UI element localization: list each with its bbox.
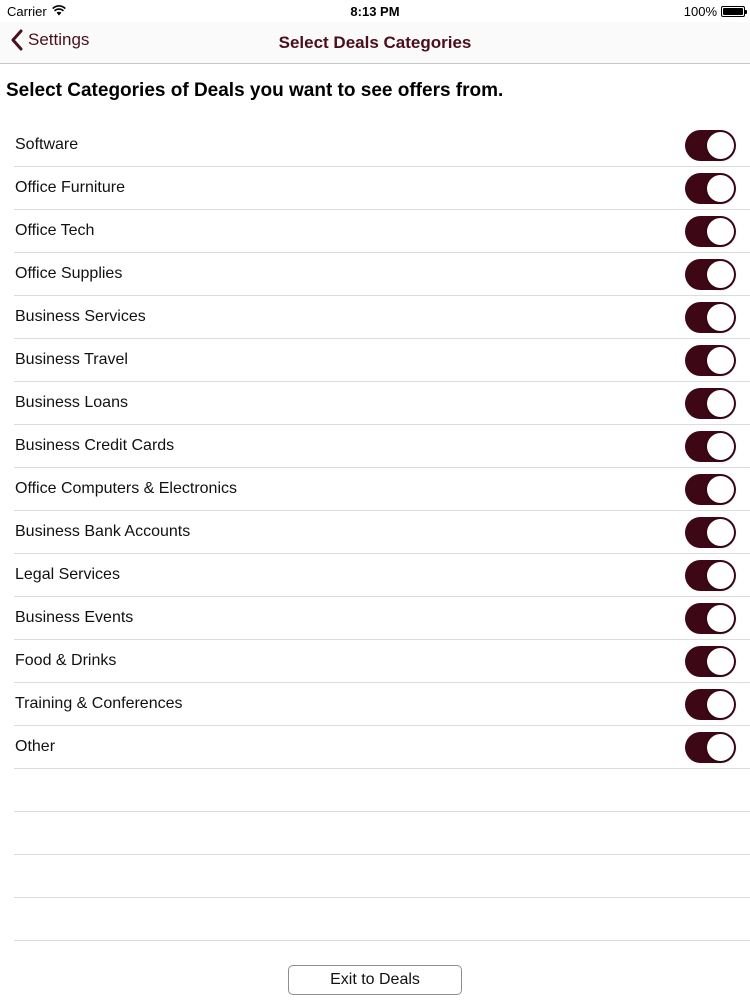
category-toggle-software[interactable] xyxy=(685,130,736,161)
category-toggle-office-tech[interactable] xyxy=(685,216,736,247)
category-list: Software Office Furniture Office Tech Of… xyxy=(14,124,750,941)
category-label: Business Bank Accounts xyxy=(15,523,191,540)
category-row-other: Other xyxy=(14,726,750,769)
empty-row xyxy=(14,769,750,812)
battery-icon xyxy=(721,6,747,17)
toggle-knob xyxy=(707,605,734,632)
toggle-knob xyxy=(707,261,734,288)
status-bar: Carrier 8:13 PM 100% xyxy=(0,0,750,22)
category-toggle-business-loans[interactable] xyxy=(685,388,736,419)
page-title: Select Deals Categories xyxy=(278,33,472,52)
category-row-business-travel: Business Travel xyxy=(14,339,750,382)
category-label: Office Supplies xyxy=(15,265,123,282)
toggle-knob xyxy=(707,347,734,374)
toggle-knob xyxy=(707,132,734,159)
category-label: Business Events xyxy=(15,609,134,626)
category-row-business-bank-accounts: Business Bank Accounts xyxy=(14,511,750,554)
category-label: Training & Conferences xyxy=(15,695,183,712)
category-row-office-computers-electronics: Office Computers & Electronics xyxy=(14,468,750,511)
category-toggle-office-computers-electronics[interactable] xyxy=(685,474,736,505)
category-row-legal-services: Legal Services xyxy=(14,554,750,597)
category-row-office-furniture: Office Furniture xyxy=(14,167,750,210)
category-row-business-services: Business Services xyxy=(14,296,750,339)
category-row-business-credit-cards: Business Credit Cards xyxy=(14,425,750,468)
exit-to-deals-button[interactable]: Exit to Deals xyxy=(288,965,462,995)
status-time: 8:13 PM xyxy=(350,4,400,19)
category-label: Office Furniture xyxy=(15,179,125,196)
toggle-knob xyxy=(707,476,734,503)
toggle-knob xyxy=(707,562,734,589)
category-row-training-conferences: Training & Conferences xyxy=(14,683,750,726)
category-label: Business Services xyxy=(15,308,146,325)
category-row-business-events: Business Events xyxy=(14,597,750,640)
category-label: Office Tech xyxy=(15,222,95,239)
category-label: Business Loans xyxy=(15,394,128,411)
category-toggle-business-bank-accounts[interactable] xyxy=(685,517,736,548)
section-heading: Select Categories of Deals you want to s… xyxy=(6,80,504,101)
category-row-software: Software xyxy=(14,124,750,167)
empty-row xyxy=(14,898,750,941)
toggle-knob xyxy=(707,519,734,546)
category-row-business-loans: Business Loans xyxy=(14,382,750,425)
status-right: 100% xyxy=(683,4,747,19)
category-label: Other xyxy=(15,738,56,755)
category-row-office-supplies: Office Supplies xyxy=(14,253,750,296)
category-toggle-office-furniture[interactable] xyxy=(685,173,736,204)
category-toggle-business-services[interactable] xyxy=(685,302,736,333)
navigation-bar: Settings Select Deals Categories xyxy=(0,22,750,64)
category-toggle-food-drinks[interactable] xyxy=(685,646,736,677)
category-label: Business Credit Cards xyxy=(15,437,175,454)
category-label: Office Computers & Electronics xyxy=(15,480,238,497)
category-toggle-business-events[interactable] xyxy=(685,603,736,634)
battery-percent: 100% xyxy=(683,4,717,19)
category-label: Business Travel xyxy=(15,351,128,368)
category-toggle-legal-services[interactable] xyxy=(685,560,736,591)
toggle-knob xyxy=(707,175,734,202)
category-label: Food & Drinks xyxy=(15,652,117,669)
category-row-food-drinks: Food & Drinks xyxy=(14,640,750,683)
category-label: Software xyxy=(15,136,79,153)
toggle-knob xyxy=(707,433,734,460)
toggle-knob xyxy=(707,648,734,675)
empty-row xyxy=(14,812,750,855)
category-toggle-business-credit-cards[interactable] xyxy=(685,431,736,462)
toggle-knob xyxy=(707,218,734,245)
toggle-knob xyxy=(707,304,734,331)
category-toggle-other[interactable] xyxy=(685,732,736,763)
toggle-knob xyxy=(707,390,734,417)
empty-row xyxy=(14,855,750,898)
category-toggle-training-conferences[interactable] xyxy=(685,689,736,720)
category-label: Legal Services xyxy=(15,566,120,583)
toggle-knob xyxy=(707,734,734,761)
category-toggle-office-supplies[interactable] xyxy=(685,259,736,290)
category-row-office-tech: Office Tech xyxy=(14,210,750,253)
toggle-knob xyxy=(707,691,734,718)
category-toggle-business-travel[interactable] xyxy=(685,345,736,376)
